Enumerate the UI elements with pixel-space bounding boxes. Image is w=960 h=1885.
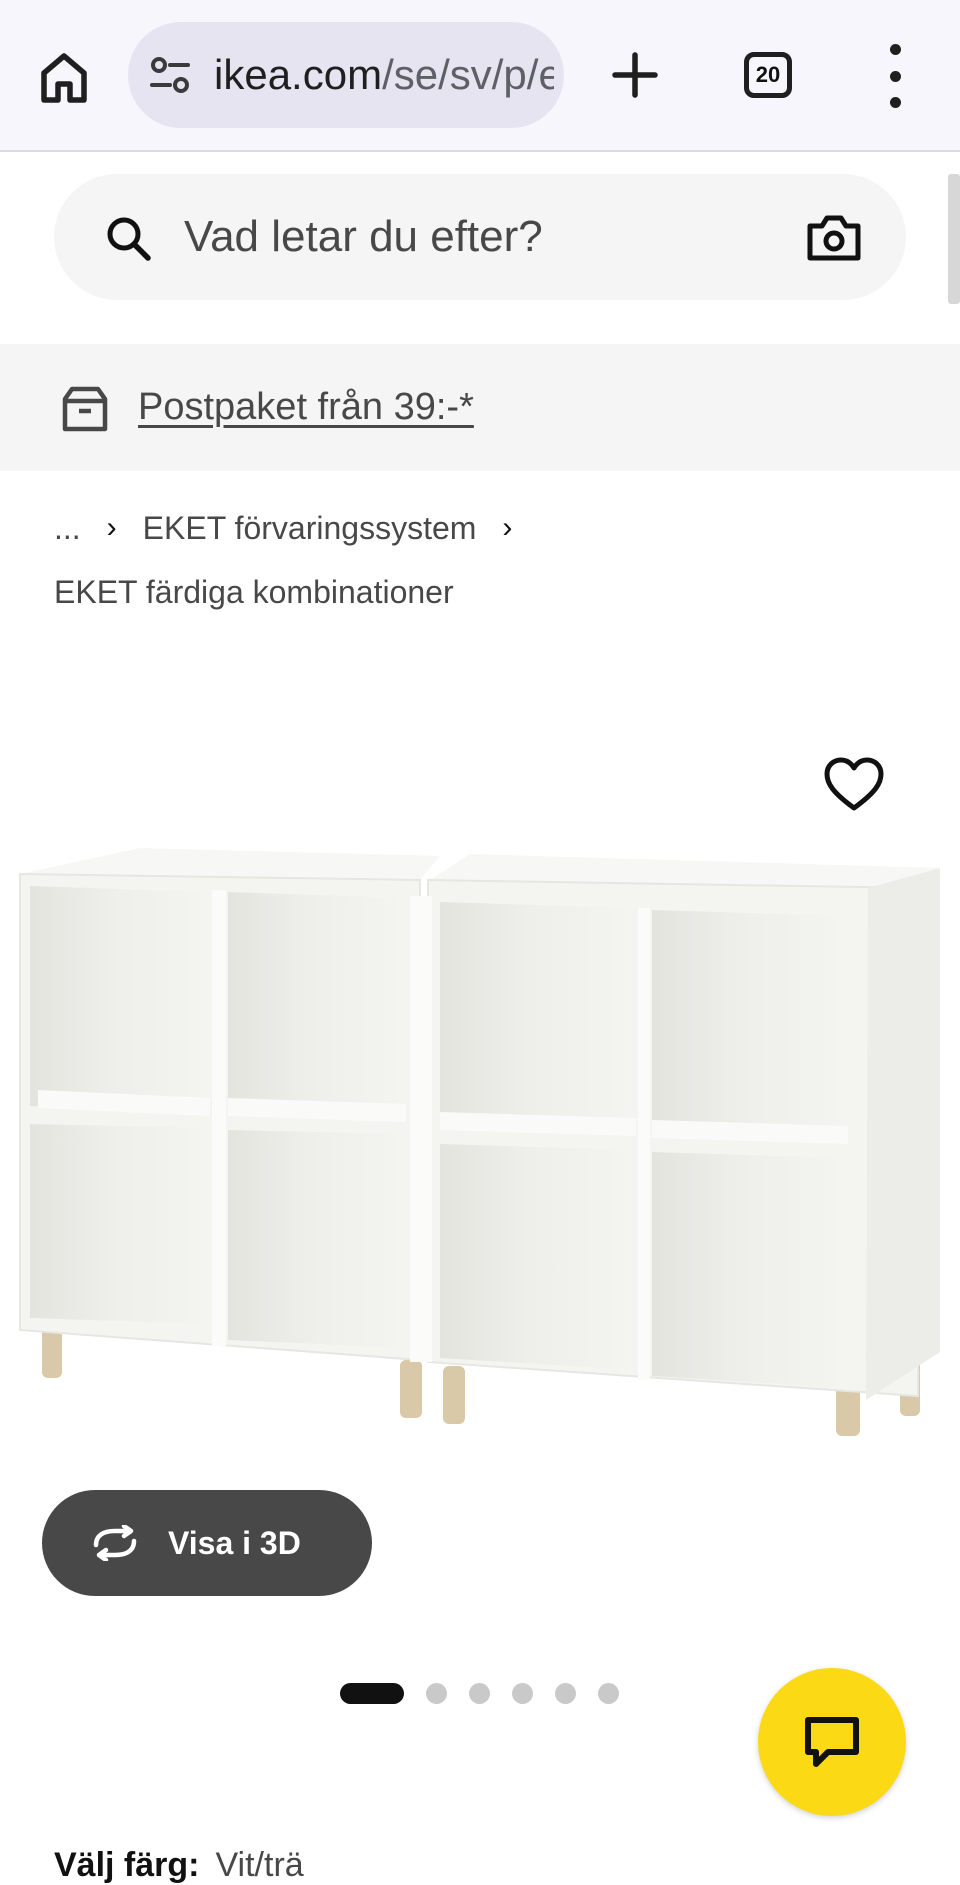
gallery-dot[interactable] [340, 1682, 404, 1704]
breadcrumb-ellipsis[interactable]: ... [54, 510, 81, 547]
search-input[interactable] [180, 174, 744, 300]
view-in-3d-label: Visa i 3D [168, 1524, 301, 1561]
color-selector[interactable]: Välj färg: Vit/trä [54, 1846, 304, 1885]
breadcrumb: ... › EKET förvaringssystem › EKET färdi… [54, 500, 914, 620]
url-text[interactable]: ikea.com/se/sv/p/e [214, 22, 554, 128]
chevron-right-icon: › [502, 511, 513, 544]
promo-link[interactable]: Postpaket från 39:-* [138, 344, 474, 471]
more-menu-icon[interactable] [870, 44, 920, 108]
color-value: Vit/trä [215, 1846, 304, 1884]
search-icon[interactable] [104, 214, 152, 262]
chat-button[interactable] [758, 1668, 906, 1816]
view-in-3d-button[interactable]: Visa i 3D [42, 1490, 372, 1596]
promo-banner: Postpaket från 39:-* [0, 344, 960, 471]
gallery-dot[interactable] [598, 1682, 619, 1704]
tab-count: 20 [755, 62, 781, 87]
new-tab-icon[interactable] [608, 40, 662, 110]
scrollbar[interactable] [948, 174, 960, 304]
heart-icon[interactable] [822, 756, 886, 814]
parcel-icon [62, 386, 108, 432]
color-label: Välj färg: [54, 1846, 200, 1884]
product-image[interactable] [0, 740, 960, 1500]
camera-icon[interactable] [806, 212, 862, 262]
gallery-dot[interactable] [426, 1682, 447, 1704]
url-host: ikea.com [214, 51, 383, 98]
site-settings-icon[interactable] [148, 52, 194, 98]
address-bar[interactable]: ikea.com/se/sv/p/e [128, 22, 564, 128]
breadcrumb-item-eket-system[interactable]: EKET förvaringssystem [143, 510, 477, 547]
breadcrumb-item-eket-combinations[interactable]: EKET färdiga kombinationer [54, 564, 914, 620]
url-path: /se/sv/p/e [382, 51, 554, 98]
home-icon[interactable] [30, 44, 98, 112]
search-bar [54, 174, 906, 300]
chat-icon [805, 1717, 859, 1767]
browser-toolbar: ikea.com/se/sv/p/e 20 [0, 0, 960, 152]
tab-switcher-button[interactable]: 20 [744, 52, 792, 98]
gallery-dot[interactable] [469, 1682, 490, 1704]
rotate-3d-icon [93, 1525, 137, 1561]
chevron-right-icon: › [106, 511, 117, 544]
gallery-pagination [340, 1682, 641, 1704]
gallery-dot[interactable] [555, 1682, 576, 1704]
gallery-dot[interactable] [512, 1682, 533, 1704]
